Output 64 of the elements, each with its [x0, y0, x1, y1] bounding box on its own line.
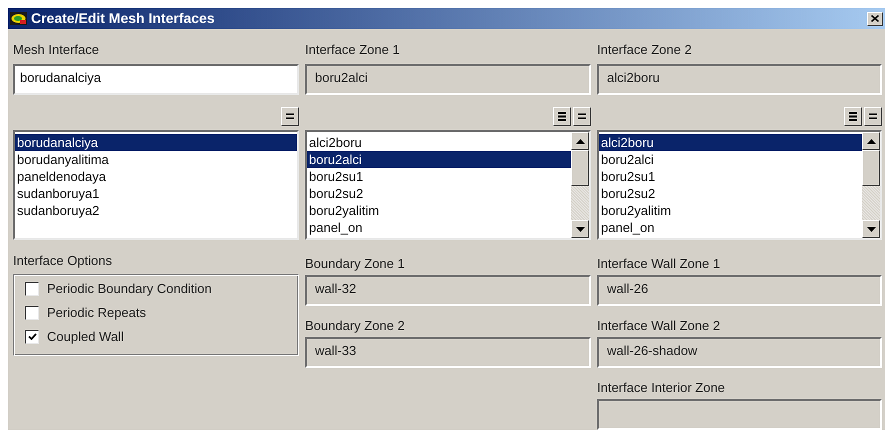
scroll-thumb[interactable] [862, 150, 880, 186]
down-arrow-icon [576, 226, 584, 232]
text-field[interactable]: wall-26-shadow [597, 337, 882, 368]
scroll-up-button[interactable] [862, 132, 880, 150]
three-lines-icon [848, 110, 858, 123]
field-label: Interface Options [13, 252, 113, 270]
deselect-all-button[interactable] [573, 107, 591, 126]
input-field[interactable]: borudanalciya [13, 64, 299, 95]
scroll-up-button[interactable] [571, 132, 589, 150]
checkbox-label: Periodic Boundary Condition [47, 281, 212, 297]
field-label: Interface Zone 1 [305, 41, 401, 59]
text-field[interactable]: alci2boru [597, 64, 882, 95]
list-item[interactable]: borudanyalitima [15, 151, 297, 168]
check-icon [28, 333, 36, 341]
list-item[interactable]: sudanboruya2 [15, 202, 297, 219]
list-item[interactable]: panel_on [599, 219, 862, 236]
list-item[interactable]: boru2su2 [307, 185, 571, 202]
checkbox-label: Coupled Wall [47, 329, 124, 345]
scrollbar[interactable] [571, 132, 589, 238]
list-item[interactable]: boru2yalitim [307, 202, 571, 219]
list-item[interactable]: boru2su2 [599, 185, 862, 202]
scroll-down-button[interactable] [862, 220, 880, 238]
checkbox[interactable] [25, 306, 39, 320]
field-label: Boundary Zone 1 [305, 255, 406, 273]
field-label: Interface Interior Zone [597, 379, 726, 397]
up-arrow-icon [866, 138, 876, 144]
deselect-all-button[interactable] [281, 107, 299, 126]
text-field[interactable] [597, 399, 882, 430]
field-label: Interface Wall Zone 1 [597, 255, 722, 273]
field-label: Interface Zone 2 [597, 41, 693, 59]
field-label: Boundary Zone 2 [305, 317, 406, 335]
close-button[interactable] [867, 12, 883, 26]
up-arrow-icon [576, 138, 584, 144]
list-item[interactable]: boru2su1 [599, 168, 862, 185]
scroll-thumb[interactable] [571, 150, 589, 186]
list-item[interactable]: paneldenodaya [15, 168, 297, 185]
app-logo-icon [10, 12, 27, 25]
scroll-down-button[interactable] [571, 220, 589, 238]
checkbox-label: Periodic Repeats [47, 305, 146, 321]
list-item[interactable]: boru2alci [307, 151, 571, 168]
text-field[interactable]: wall-32 [305, 275, 591, 306]
select-all-button[interactable] [844, 107, 862, 126]
list-item[interactable]: panel_on [307, 219, 571, 236]
text-field[interactable]: boru2alci [305, 64, 591, 95]
down-arrow-icon [866, 226, 876, 232]
list-item[interactable]: alci2boru [599, 134, 862, 151]
list-item[interactable]: sudanboruya1 [15, 185, 297, 202]
list-item[interactable]: alci2boru [307, 134, 571, 151]
text-field[interactable]: wall-33 [305, 337, 591, 368]
text-field[interactable]: wall-26 [597, 275, 882, 306]
list-item[interactable]: borudanalciya [15, 134, 297, 151]
field-label: Mesh Interface [13, 41, 100, 59]
checkbox[interactable] [25, 330, 39, 344]
scrollbar[interactable] [862, 132, 880, 238]
three-lines-icon [557, 110, 567, 123]
list-item[interactable]: boru2alci [599, 151, 862, 168]
close-icon [871, 15, 879, 22]
list-item[interactable]: boru2su1 [307, 168, 571, 185]
select-all-button[interactable] [553, 107, 571, 126]
list-item[interactable]: boru2yalitim [599, 202, 862, 219]
deselect-all-button[interactable] [864, 107, 882, 126]
window-title: Create/Edit Mesh Interfaces [31, 9, 216, 28]
field-label: Interface Wall Zone 2 [597, 317, 722, 335]
checkbox[interactable] [25, 282, 39, 296]
